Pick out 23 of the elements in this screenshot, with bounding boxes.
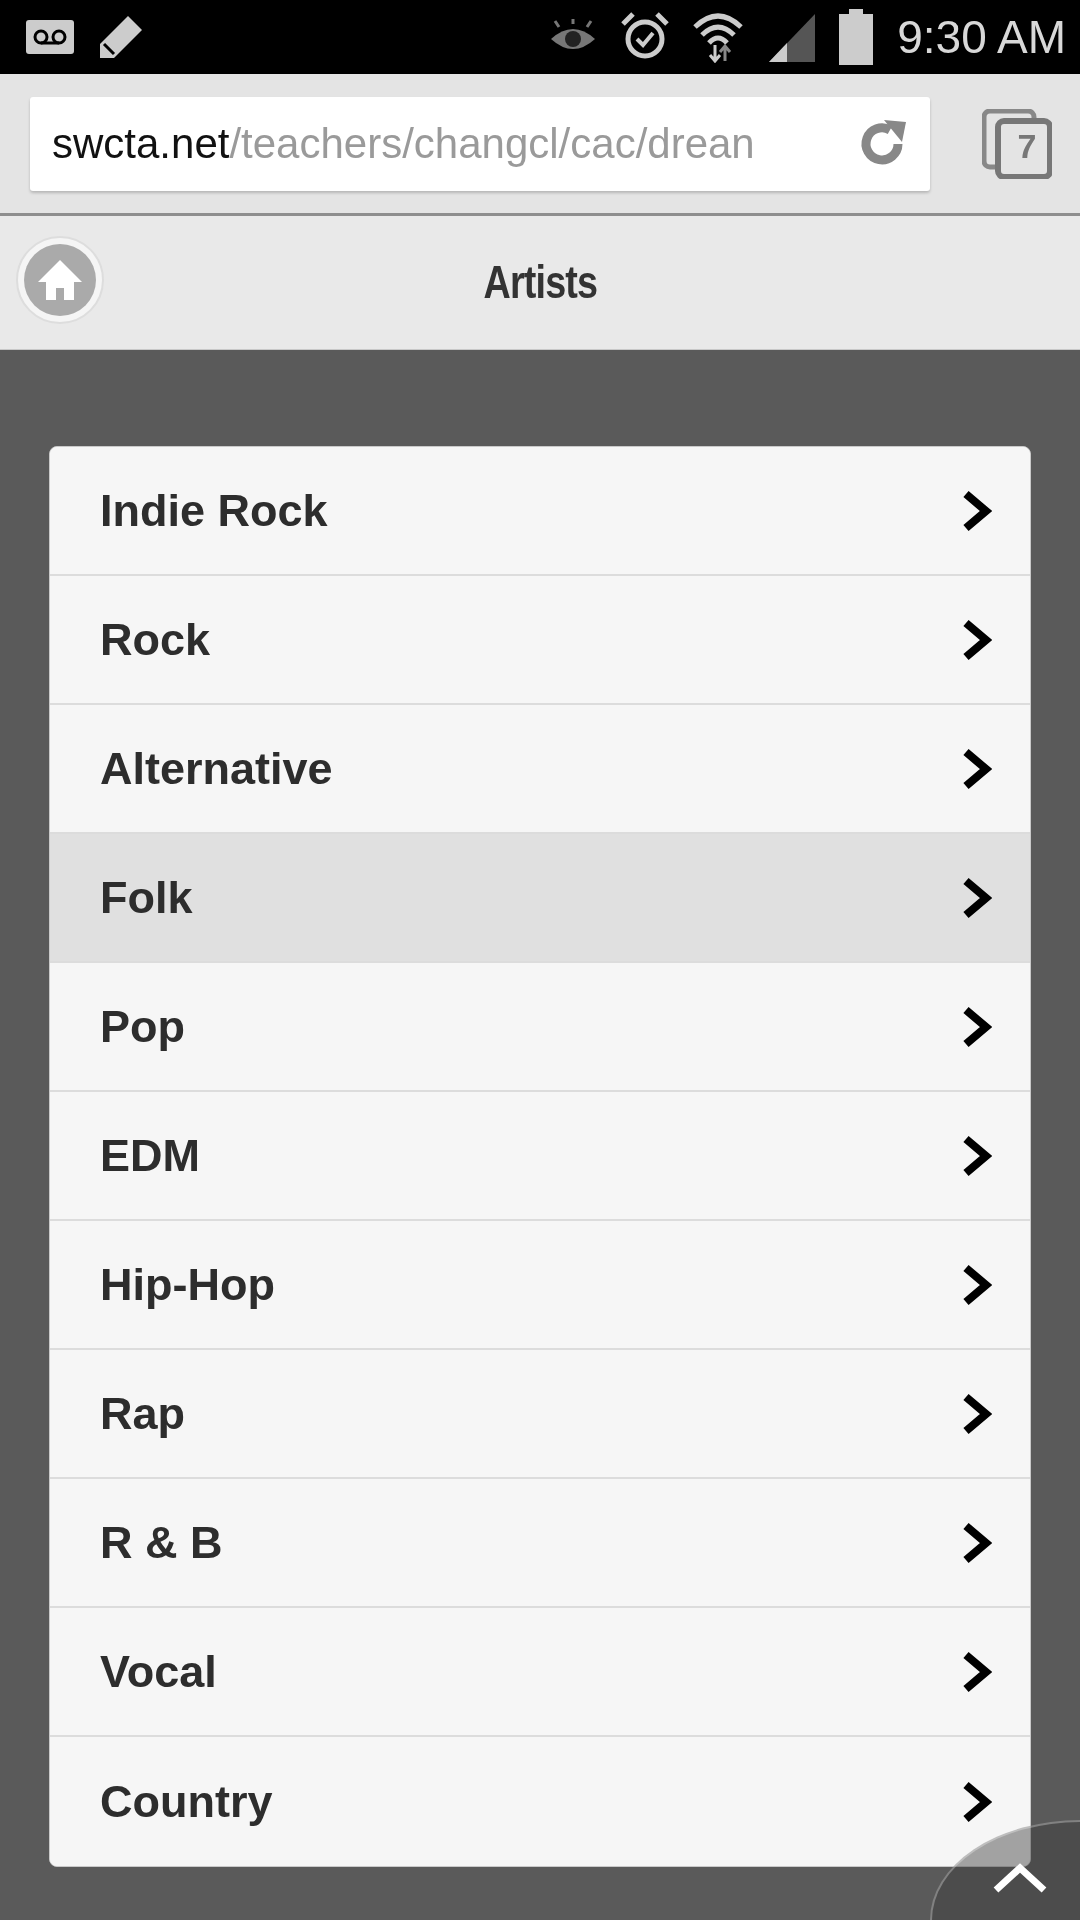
wifi-icon: [693, 11, 744, 63]
battery-icon: [839, 9, 874, 65]
address-bar[interactable]: swcta.net/teachers/changcl/cac/drean: [30, 96, 930, 191]
chevron-right-icon: [962, 1134, 992, 1177]
chevron-right-icon: [962, 1650, 992, 1693]
page-title: Artists: [483, 255, 597, 310]
genre-list-item[interactable]: Indie Rock: [50, 447, 1030, 576]
signal-icon: [767, 12, 816, 62]
url-path: /teachers/changcl/cac/drean: [229, 120, 755, 167]
pencil-icon: [98, 14, 144, 60]
chevron-right-icon: [962, 747, 992, 790]
voicemail-icon: [26, 20, 74, 54]
chevron-right-icon: [962, 1392, 992, 1435]
chevron-right-icon: [962, 489, 992, 532]
clock-time: 9:30 AM: [897, 14, 1066, 60]
genre-list-item[interactable]: Folk: [50, 834, 1030, 963]
chevron-right-icon: [962, 1521, 992, 1564]
chevron-right-icon: [962, 876, 992, 919]
chevron-right-icon: [962, 1780, 992, 1823]
chevron-right-icon: [962, 1263, 992, 1306]
url-host: swcta.net: [52, 120, 230, 167]
chevron-right-icon: [962, 618, 992, 661]
chevron-right-icon: [962, 1005, 992, 1048]
